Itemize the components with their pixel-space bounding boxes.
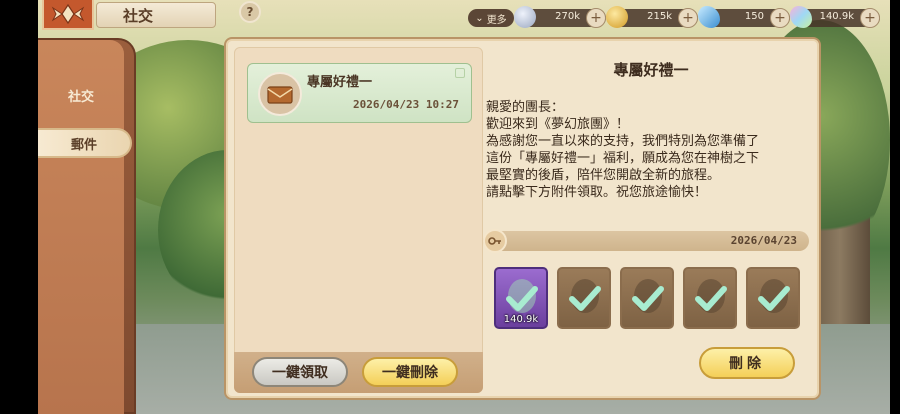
- attachment-header: 2026/04/23: [483, 229, 809, 253]
- list-item[interactable]: 專屬好禮一 2026/04/23 10:27: [247, 63, 472, 123]
- winged-emblem-icon: [51, 3, 85, 25]
- delete-all-label: 一鍵刪除: [382, 365, 438, 381]
- resource-blue-crystal: 150 +: [698, 6, 790, 28]
- mail-body-line: 這份「專屬好禮一」福利，願成為您在神樹之下: [486, 151, 760, 166]
- claimed-check-icon: [506, 286, 538, 311]
- sidebar: 社交 郵件: [38, 38, 136, 414]
- resource-rainbow-crystal: 140.9k +: [790, 6, 880, 28]
- blue-crystal-value: 150: [744, 11, 764, 22]
- silver-coin-value: 270k: [555, 11, 580, 22]
- attachment-slot-bow[interactable]: [683, 267, 737, 329]
- attachment-slot-crystal[interactable]: 140.9k: [494, 267, 548, 329]
- attachment-slots: 140.9k: [494, 267, 814, 331]
- gold-coin-icon: [606, 6, 628, 28]
- delete-all-button[interactable]: 一鍵刪除: [362, 357, 458, 387]
- mail-body-line: 歡迎來到《夢幻旅團》！: [486, 117, 630, 132]
- sidebar-item-social[interactable]: 社交: [38, 80, 124, 110]
- back-button[interactable]: [42, 0, 94, 30]
- resource-gold-coin: 215k +: [606, 6, 698, 28]
- chevron-down-icon: ⌄: [475, 12, 484, 24]
- mail-list-actions: 一鍵領取 一鍵刪除: [234, 352, 483, 393]
- delete-label: 刪除: [729, 356, 765, 372]
- screen-bezel-right: [890, 0, 900, 414]
- attachment-slot-ring[interactable]: [620, 267, 674, 329]
- mail-detail-title: 專屬好禮一: [613, 61, 689, 79]
- delete-button[interactable]: 刪除: [699, 347, 795, 379]
- mail-body-line: 最堅實的後盾，陪伴您開啟全新的旅程。: [486, 168, 721, 183]
- attachment-date: 2026/04/23: [730, 234, 797, 247]
- add-blue-crystal-button[interactable]: +: [770, 8, 790, 28]
- claim-all-button[interactable]: 一鍵領取: [252, 357, 348, 387]
- claimed-check-icon: [695, 286, 727, 311]
- claimed-check-icon: [569, 286, 601, 311]
- envelope-icon: [258, 72, 302, 116]
- silver-coin-icon: [514, 6, 536, 28]
- mail-panel: 專屬好禮一 2026/04/23 10:27 一鍵領取 一鍵刪除 專屬好禮一 親…: [224, 37, 821, 400]
- mail-detail-body: 親愛的團長： 歡迎來到《夢幻旅團》！ 為感謝您一直以來的支持，我們特別為您準備了…: [486, 99, 786, 201]
- mail-item-title: 專屬好禮一: [307, 75, 373, 90]
- mail-body-line: 親愛的團長：: [486, 100, 565, 115]
- mail-item-date: 2026/04/23 10:27: [353, 98, 459, 111]
- mail-body-line: 為感謝您一直以來的支持，我們特別為您準備了: [486, 134, 760, 149]
- page-title: 社交: [123, 6, 154, 25]
- mail-list: 專屬好禮一 2026/04/23 10:27: [234, 47, 483, 393]
- attachment-slot-pouch[interactable]: [557, 267, 611, 329]
- more-label: 更多: [486, 14, 507, 26]
- claimed-check-icon: [632, 286, 664, 311]
- more-button[interactable]: ⌄ 更多: [468, 9, 514, 27]
- key-icon: [483, 229, 507, 253]
- help-button[interactable]: ?: [239, 1, 261, 23]
- mail-body-line: 請點擊下方附件領取。祝您旅途愉快！: [486, 185, 708, 200]
- sidebar-item-label: 社交: [67, 89, 94, 105]
- question-icon: ?: [246, 5, 254, 19]
- add-silver-coin-button[interactable]: +: [586, 8, 606, 28]
- sidebar-item-mail[interactable]: 郵件: [38, 128, 132, 158]
- corner-mark-icon: [455, 68, 465, 78]
- attachment-slot-scroll[interactable]: [746, 267, 800, 329]
- gold-coin-value: 215k: [647, 11, 672, 22]
- add-rainbow-crystal-button[interactable]: +: [860, 8, 880, 28]
- attachment-qty: 140.9k: [503, 314, 539, 325]
- resource-silver-coin: 270k +: [514, 6, 606, 28]
- claimed-check-icon: [758, 286, 790, 311]
- sidebar-item-label: 郵件: [70, 137, 97, 153]
- rainbow-crystal-value: 140.9k: [819, 11, 854, 22]
- page-title-ribbon: 社交: [96, 2, 216, 28]
- claim-all-label: 一鍵領取: [272, 365, 328, 381]
- screen-bezel-left: [0, 0, 38, 414]
- add-gold-coin-button[interactable]: +: [678, 8, 698, 28]
